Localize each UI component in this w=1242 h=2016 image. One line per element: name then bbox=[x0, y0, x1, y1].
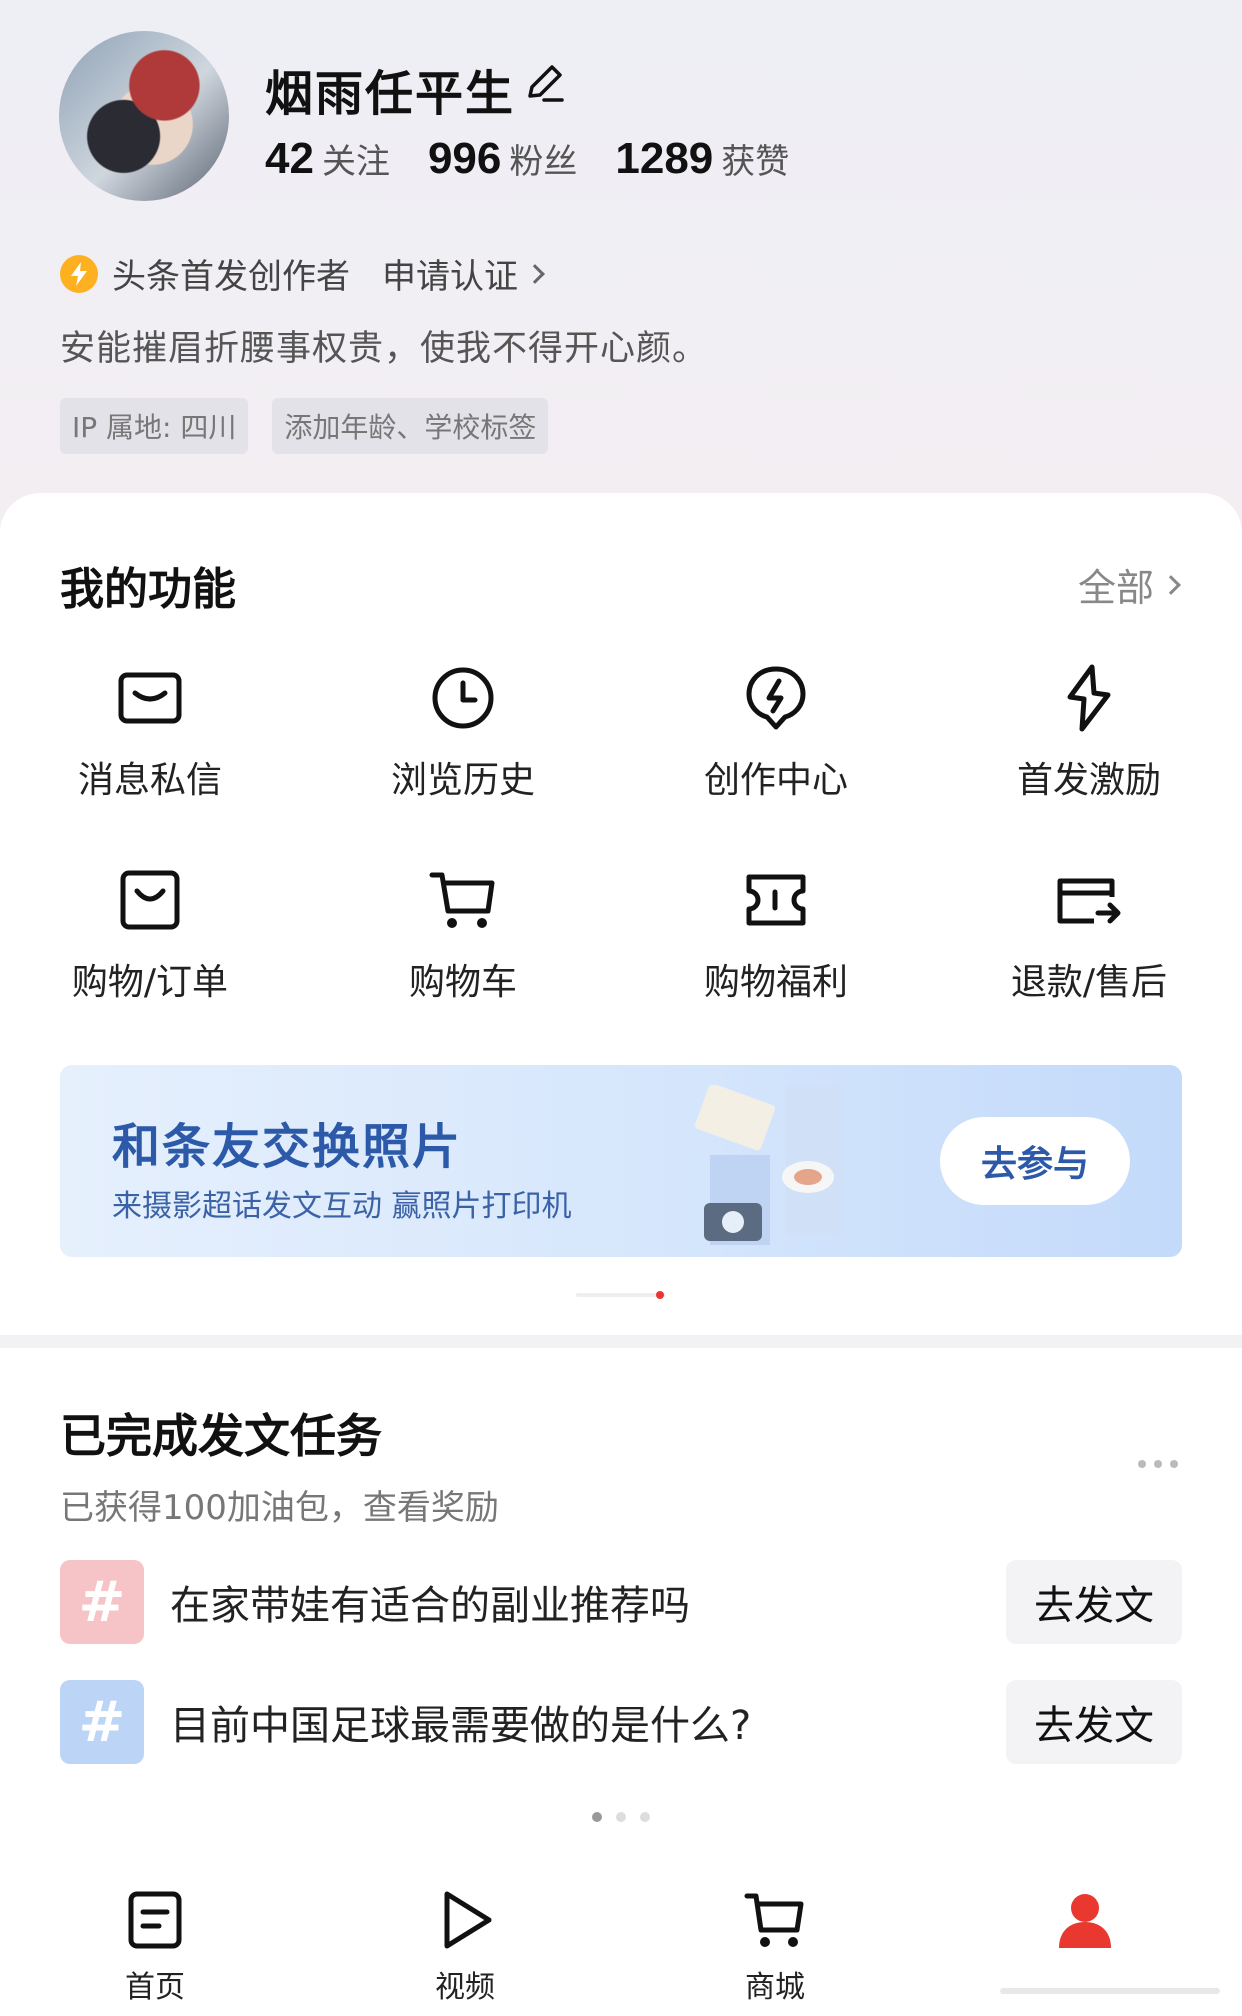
stat-label: 关注 bbox=[321, 142, 390, 182]
profile-tags: IP 属地: 四川 添加年龄、学校标签 bbox=[60, 398, 572, 454]
stat-likes[interactable]: 1289 获赞 bbox=[615, 134, 789, 184]
profile-stats: 42 关注 996 粉丝 1289 获赞 bbox=[265, 134, 827, 184]
creator-row: 头条首发创作者 申请认证 bbox=[60, 249, 545, 298]
message-icon bbox=[118, 672, 182, 724]
lightning-icon bbox=[746, 666, 806, 730]
post-button[interactable]: 去发文 bbox=[1006, 1560, 1182, 1644]
tasks-pager bbox=[592, 1812, 664, 1822]
profile-header: 烟雨任平生 42 关注 996 粉丝 1289 获赞 头条首发创作者 申请认证 … bbox=[0, 0, 1242, 520]
nav-video[interactable]: 视频 bbox=[365, 1888, 565, 2006]
avatar[interactable] bbox=[59, 31, 229, 201]
nav-profile[interactable] bbox=[985, 1888, 1185, 1962]
username: 烟雨任平生 bbox=[265, 66, 516, 122]
ticket-icon bbox=[746, 874, 806, 926]
banner-illustration bbox=[695, 1085, 844, 1245]
add-tags-button[interactable]: 添加年龄、学校标签 bbox=[272, 398, 549, 454]
task-topic[interactable]: 目前中国足球最需要做的是什么? bbox=[170, 1693, 1006, 1751]
function-first-publish-reward[interactable]: 首发激励 bbox=[934, 663, 1242, 803]
apply-label: 申请认证 bbox=[382, 257, 518, 297]
stat-number: 1289 bbox=[615, 134, 714, 183]
nav-label: 商城 bbox=[745, 1970, 805, 2005]
function-label: 首发激励 bbox=[1016, 760, 1161, 801]
tasks-reward-link[interactable]: 已获得100加油包，查看奖励 bbox=[60, 1480, 499, 1529]
diamond-bolt-icon bbox=[1067, 664, 1111, 732]
chevron-right-icon bbox=[525, 263, 545, 284]
hashtag-icon: # bbox=[60, 1560, 144, 1644]
nav-mall[interactable]: 商城 bbox=[675, 1888, 875, 2006]
stat-following[interactable]: 42 关注 bbox=[265, 134, 390, 184]
home-indicator bbox=[1000, 1988, 1220, 1994]
more-options-icon[interactable] bbox=[1138, 1460, 1178, 1470]
home-doc-icon bbox=[128, 1891, 182, 1949]
function-label: 购物福利 bbox=[703, 962, 848, 1003]
creator-label: 头条首发创作者 bbox=[112, 257, 350, 297]
pager-dot bbox=[616, 1812, 626, 1822]
bio: 安能摧眉折腰事权贵，使我不得开心颜。 bbox=[60, 329, 709, 369]
function-orders[interactable]: 购物/订单 bbox=[0, 865, 305, 1005]
clock-icon bbox=[432, 667, 494, 729]
pager-track bbox=[576, 1293, 666, 1297]
banner-title: 和条友交换照片 bbox=[112, 1119, 463, 1175]
cart-icon bbox=[429, 872, 495, 928]
hashtag-icon: # bbox=[60, 1680, 144, 1764]
promo-banner[interactable]: 和条友交换照片 来摄影超话发文互动 赢照片打印机 去参与 bbox=[60, 1065, 1182, 1257]
join-button[interactable]: 去参与 bbox=[940, 1117, 1130, 1205]
function-label: 购物/订单 bbox=[71, 962, 229, 1003]
pager-dot-active bbox=[592, 1812, 602, 1822]
banner-pager bbox=[576, 1291, 666, 1299]
section-title: 我的功能 bbox=[60, 564, 236, 615]
my-functions-card: 我的功能 全部 消息私信 浏览历史 创作中心 首发激励 购物/订单 购物车 购物… bbox=[0, 493, 1242, 1335]
function-cart[interactable]: 购物车 bbox=[308, 865, 618, 1005]
function-label: 浏览历史 bbox=[390, 760, 535, 801]
stat-number: 996 bbox=[427, 134, 502, 183]
post-button[interactable]: 去发文 bbox=[1006, 1680, 1182, 1764]
stat-label: 粉丝 bbox=[509, 142, 578, 182]
edit-icon[interactable] bbox=[522, 60, 568, 106]
function-messages[interactable]: 消息私信 bbox=[0, 663, 305, 803]
lightning-badge-icon bbox=[60, 254, 98, 293]
stat-followers[interactable]: 996 粉丝 bbox=[428, 134, 577, 184]
function-creation-center[interactable]: 创作中心 bbox=[621, 663, 931, 803]
function-label: 创作中心 bbox=[703, 760, 848, 801]
task-item: # 在家带娃有适合的副业推荐吗 去发文 bbox=[60, 1560, 1182, 1644]
profile-icon bbox=[1059, 1894, 1111, 1948]
pager-active-dot bbox=[656, 1291, 664, 1299]
nav-label: 首页 bbox=[125, 1970, 185, 2005]
function-history[interactable]: 浏览历史 bbox=[308, 663, 618, 803]
refund-card-icon bbox=[1057, 878, 1121, 924]
view-all-label: 全部 bbox=[1077, 566, 1154, 610]
function-label: 购物车 bbox=[408, 962, 517, 1003]
stat-number: 42 bbox=[265, 134, 314, 183]
tasks-card: 已完成发文任务 已获得100加油包，查看奖励 # 在家带娃有适合的副业推荐吗 去… bbox=[0, 1348, 1242, 1858]
pager-dot bbox=[640, 1812, 650, 1822]
task-topic[interactable]: 在家带娃有适合的副业推荐吗 bbox=[170, 1573, 1006, 1631]
tasks-title: 已完成发文任务 bbox=[60, 1409, 382, 1463]
bag-icon bbox=[120, 870, 180, 930]
banner-subtitle: 来摄影超话发文互动 赢照片打印机 bbox=[112, 1189, 572, 1224]
function-refund[interactable]: 退款/售后 bbox=[934, 865, 1242, 1005]
chevron-right-icon bbox=[1161, 574, 1181, 595]
apply-certification-link[interactable]: 申请认证 bbox=[382, 249, 545, 298]
cart-icon bbox=[744, 1893, 804, 1947]
task-item: # 目前中国足球最需要做的是什么? 去发文 bbox=[60, 1680, 1182, 1764]
function-shopping-benefits[interactable]: 购物福利 bbox=[621, 865, 931, 1005]
nav-home[interactable]: 首页 bbox=[55, 1888, 255, 2006]
function-label: 消息私信 bbox=[77, 760, 222, 801]
view-all-link[interactable]: 全部 bbox=[1077, 557, 1181, 612]
bottom-navigation: 首页 视频 商城 bbox=[0, 1858, 1242, 2016]
play-icon bbox=[444, 1891, 492, 1949]
function-label: 退款/售后 bbox=[1010, 962, 1168, 1003]
stat-label: 获赞 bbox=[721, 142, 790, 182]
nav-label: 视频 bbox=[435, 1970, 495, 2005]
ip-location-tag: IP 属地: 四川 bbox=[60, 398, 249, 454]
